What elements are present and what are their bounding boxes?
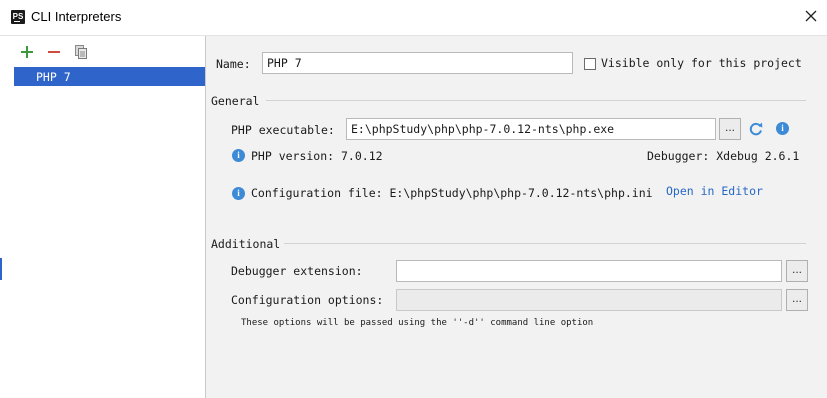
config-options-hint: These options will be passed using the '… (241, 318, 594, 328)
visible-only-checkbox[interactable] (584, 58, 596, 70)
php-version-text: PHP version: 7.0.12 (251, 149, 383, 163)
config-options-field[interactable] (396, 289, 782, 311)
additional-divider (284, 243, 806, 244)
add-interpreter-button[interactable] (19, 44, 35, 60)
additional-section-title: Additional (211, 237, 281, 251)
reload-button[interactable] (747, 120, 765, 138)
plus-icon (21, 46, 33, 58)
close-button[interactable] (799, 6, 823, 28)
visible-only-label[interactable]: Visible only for this project (601, 56, 802, 70)
debugger-text: Debugger: Xdebug 2.6.1 (647, 149, 800, 163)
phpstorm-app-icon: PS (11, 10, 25, 24)
php-info-icon[interactable]: i (776, 122, 789, 135)
php-executable-field[interactable]: E:\phpStudy\php\php-7.0.12-nts\php.exe (346, 118, 716, 140)
general-section-title: General (211, 94, 260, 108)
minus-icon (48, 51, 60, 53)
debugger-extension-browse-button[interactable]: ... (786, 260, 808, 282)
php-executable-browse-button[interactable]: ... (719, 118, 741, 140)
interpreter-list-panel (0, 36, 206, 398)
config-options-browse-button[interactable]: ... (786, 289, 808, 311)
close-icon (805, 10, 817, 22)
window-edge-marker (0, 258, 2, 280)
name-label: Name: (216, 57, 251, 71)
php-executable-label: PHP executable: (231, 123, 335, 137)
interpreter-details-panel (206, 36, 827, 398)
config-options-label: Configuration options: (231, 293, 384, 307)
copy-interpreter-button[interactable] (73, 44, 89, 60)
app-icon-text: PS (12, 12, 24, 21)
interpreter-list-item-label: PHP 7 (36, 70, 71, 84)
copy-icon (75, 45, 87, 59)
config-info-icon: i (232, 187, 245, 200)
interpreter-list-item[interactable]: PHP 7 (14, 67, 205, 86)
debugger-extension-label: Debugger extension: (231, 264, 363, 278)
window-title: CLI Interpreters (31, 9, 122, 24)
version-info-icon: i (232, 149, 245, 162)
debugger-extension-field[interactable] (396, 260, 782, 282)
general-divider (266, 100, 806, 101)
name-field[interactable]: PHP 7 (262, 52, 573, 74)
config-file-text: Configuration file: E:\phpStudy\php\php-… (251, 186, 653, 200)
refresh-icon (749, 122, 763, 136)
remove-interpreter-button[interactable] (46, 44, 62, 60)
open-in-editor-link[interactable]: Open in Editor (666, 184, 763, 198)
title-bar (0, 0, 827, 36)
